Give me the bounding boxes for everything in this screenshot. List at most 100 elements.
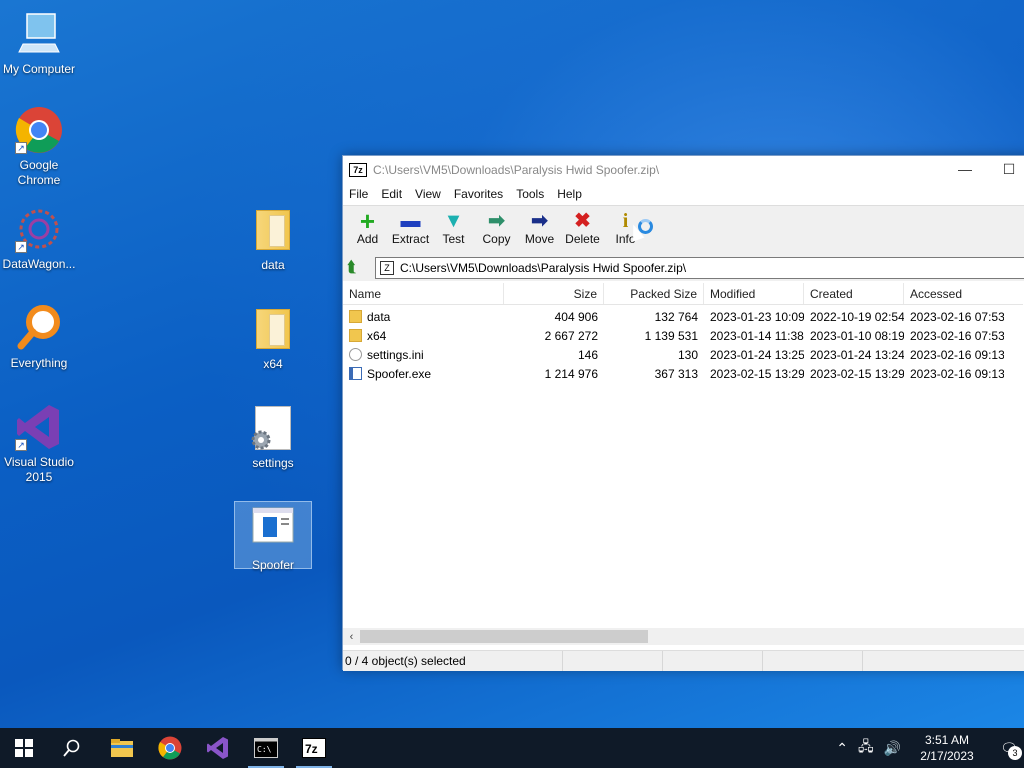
status-selected: 0 / 4 object(s) selected [343,651,563,671]
scroll-left-icon[interactable]: ‹ [343,631,360,643]
table-row[interactable]: x64 2 667 272 1 139 531 2023-01-14 11:38… [343,326,1023,345]
desktop-icon-visual-studio[interactable]: ↗ Visual Studio 2015 [0,403,78,485]
minimize-button[interactable]: — [943,161,987,178]
taskbar-file-explorer[interactable] [98,728,146,768]
up-folder-icon[interactable]: ⮬ [347,259,365,277]
scrollbar-thumb[interactable] [360,630,648,643]
start-button[interactable] [0,728,48,768]
notification-badge: 3 [1008,746,1022,760]
maximize-button[interactable]: ☐ [987,161,1024,178]
desktop-icon-label: settings [252,456,294,470]
desktop-icon-datawagon[interactable]: ↗ DataWagon... [0,205,78,272]
search-icon [63,739,80,757]
desktop-icon-x64-folder[interactable]: x64 [234,305,312,372]
shortcut-arrow-icon: ↗ [15,241,27,253]
desktop-icon-chrome[interactable]: ↗ Google Chrome [0,106,78,188]
menu-help[interactable]: Help [557,187,582,201]
file-list: Name Size Packed Size Modified Created A… [343,283,1023,629]
chrome-icon [158,736,182,760]
volume-icon[interactable]: 🔊 [884,740,901,757]
extract-icon: ▬ [400,210,421,232]
taskbar-chrome[interactable] [146,728,194,768]
test-icon: ▼ [443,210,464,232]
horizontal-scrollbar[interactable]: ‹ [343,628,1024,645]
taskbar-command-prompt[interactable]: C:\ [242,728,290,768]
menu-file[interactable]: File [349,187,368,201]
taskbar: C:\ 7z ⌃ 🖧 🔊 3:51 AM 2/17/2023 🗨 3 [0,728,1024,768]
menu-bar: File Edit View Favorites Tools Help [343,183,1024,205]
menu-tools[interactable]: Tools [516,187,544,201]
clock-time: 3:51 AM [924,733,970,747]
table-row[interactable]: settings.ini 146 130 2023-01-24 13:25 20… [343,345,1023,364]
desktop-icon-label: x64 [263,357,283,371]
chevron-up-icon[interactable]: ⌃ [836,740,848,757]
desktop-icon-data-folder[interactable]: data [234,206,312,273]
svg-text:7z: 7z [305,742,318,756]
address-field[interactable]: Z C:\Users\VM5\Downloads\Paralysis Hwid … [375,257,1024,279]
desktop-icon-settings[interactable]: settings [234,404,312,471]
title-bar[interactable]: 7z C:\Users\VM5\Downloads\Paralysis Hwid… [343,156,1024,183]
add-icon: + [359,206,376,236]
magnifier-icon [15,304,63,352]
address-bar: ⮬ Z C:\Users\VM5\Downloads\Paralysis Hwi… [343,255,1024,281]
menu-view[interactable]: View [415,187,441,201]
desktop-icon-label: Spoofer [251,558,295,572]
menu-edit[interactable]: Edit [381,187,402,201]
column-header-modified[interactable]: Modified [704,283,804,304]
shortcut-arrow-icon: ↗ [15,439,27,451]
column-headers: Name Size Packed Size Modified Created A… [343,283,1023,305]
network-icon[interactable]: 🖧 [858,736,874,760]
system-tray: ⌃ 🖧 🔊 3:51 AM 2/17/2023 🗨 3 [831,728,1024,768]
7zip-icon: 7z [302,738,326,758]
menu-favorites[interactable]: Favorites [454,187,503,201]
extract-button[interactable]: ▬ Extract [389,206,432,246]
folder-icon [111,739,133,757]
application-icon [349,367,362,380]
column-header-size[interactable]: Size [504,283,604,304]
clock-date: 2/17/2023 [920,749,974,763]
copy-button[interactable]: ➡ Copy [475,206,518,246]
desktop-icon-label: Everything [10,356,68,370]
column-header-packed-size[interactable]: Packed Size [604,283,704,304]
toolbar: + Add ▬ Extract ▼ Test ➡ Copy ➡ Move ✖ D… [343,205,1024,255]
taskbar-visual-studio[interactable] [194,728,242,768]
move-icon: ➡ [531,210,548,232]
test-button[interactable]: ▼ Test [432,206,475,246]
7zip-window: 7z C:\Users\VM5\Downloads\Paralysis Hwid… [342,155,1024,671]
computer-icon [15,10,63,58]
add-button[interactable]: + Add [346,206,389,246]
windows-logo-icon [15,739,33,757]
desktop-icon-label: My Computer [2,62,76,76]
status-cell-3 [663,651,763,671]
move-button[interactable]: ➡ Move [518,206,561,246]
taskbar-7zip[interactable]: 7z [290,728,338,768]
search-button[interactable] [48,728,96,768]
desktop-icon-my-computer[interactable]: My Computer [0,10,78,77]
desktop-icon-label: Google Chrome [17,158,61,187]
visual-studio-icon [207,737,228,759]
settings-file-icon [249,404,297,452]
delete-button[interactable]: ✖ Delete [561,206,604,246]
clock[interactable]: 3:51 AM 2/17/2023 [912,732,982,764]
column-header-created[interactable]: Created [804,283,904,304]
datawagon-icon: ↗ [15,205,63,253]
delete-icon: ✖ [574,210,591,232]
desktop-icon-label: DataWagon... [2,257,76,271]
status-bar: 0 / 4 object(s) selected [343,650,1024,671]
settings-file-icon [349,348,362,361]
application-icon [249,506,297,554]
table-row[interactable]: Spoofer.exe 1 214 976 367 313 2023-02-15… [343,364,1023,383]
7zip-logo-icon: 7z [349,162,367,177]
desktop-icon-spoofer[interactable]: Spoofer [234,501,312,572]
busy-spinner-icon [638,219,653,234]
folder-icon [349,310,362,323]
column-header-accessed[interactable]: Accessed [904,283,1004,304]
zip-icon: Z [380,261,394,275]
table-row[interactable]: data 404 906 132 764 2023-01-23 10:09 20… [343,307,1023,326]
desktop-icon-label: data [261,258,285,272]
copy-icon: ➡ [488,210,505,232]
window-title: C:\Users\VM5\Downloads\Paralysis Hwid Sp… [373,162,660,177]
desktop-icon-everything[interactable]: Everything [0,304,78,371]
notifications-button[interactable]: 🗨 3 [994,728,1024,768]
column-header-name[interactable]: Name [343,283,504,304]
